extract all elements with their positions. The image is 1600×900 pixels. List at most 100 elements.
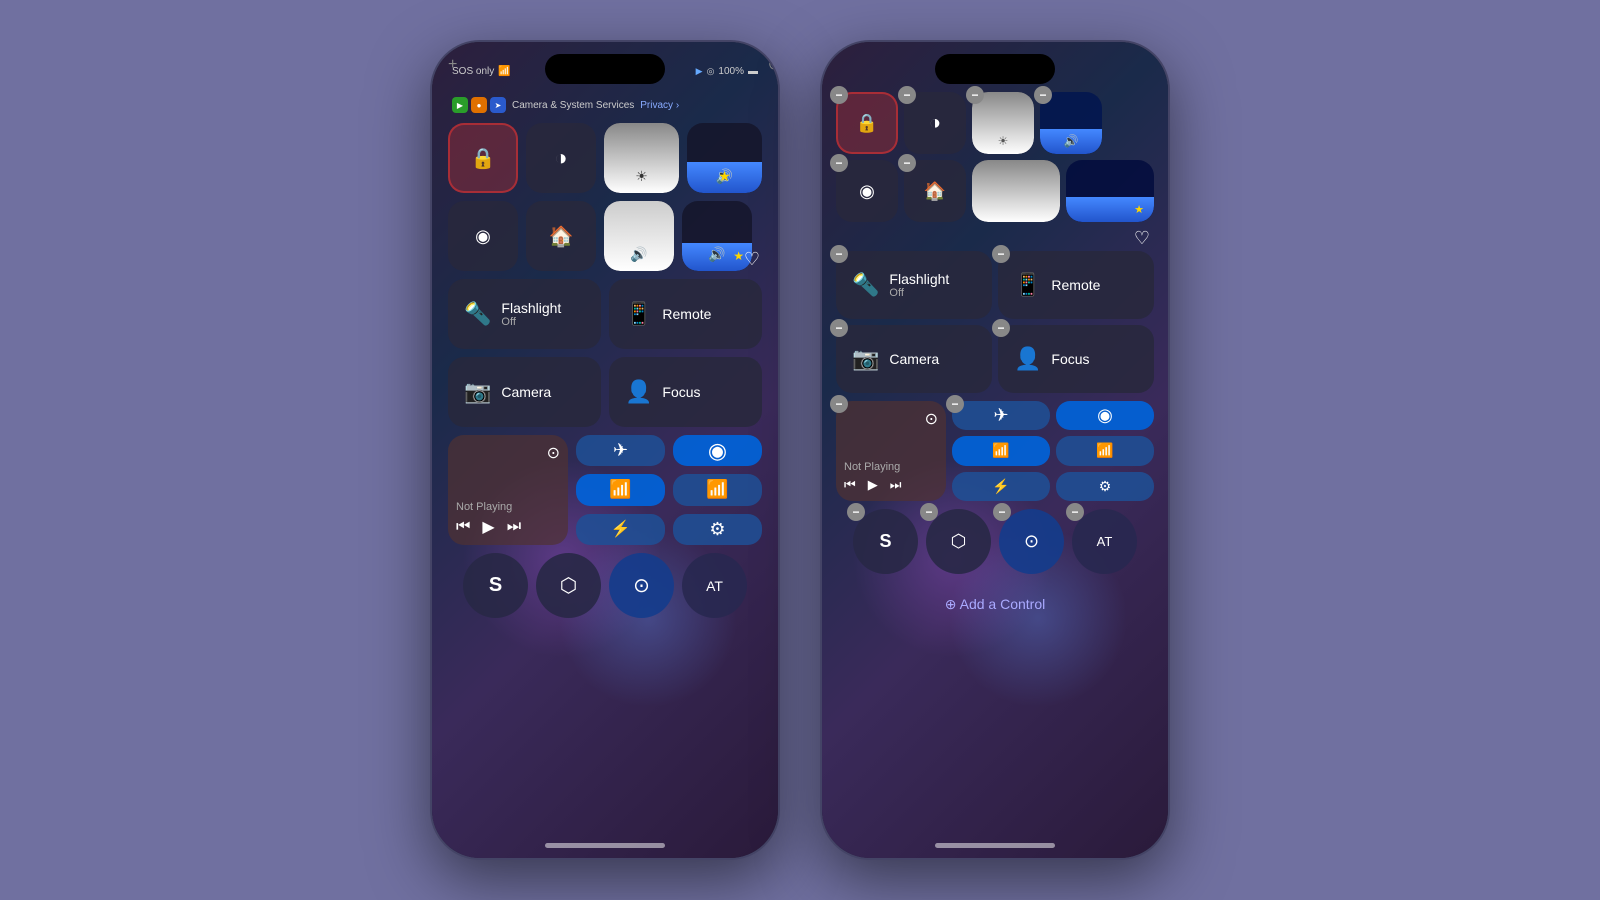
phone2-layers-btn[interactable]: ⬡ <box>926 509 991 574</box>
phone2-playback-controls: ⏮ ▶ ⏭ <box>844 477 901 493</box>
phone2-heart-icon[interactable]: ♡ <box>1134 228 1150 248</box>
phone2-record-wrapper: − ⊙ <box>999 509 1064 574</box>
phone2-airplane-btn[interactable]: ✈ <box>952 401 1050 430</box>
phone2-volume-minus[interactable]: − <box>1034 86 1052 104</box>
phone1-flashlight-btn[interactable]: 🔦 Flashlight Off <box>448 279 601 349</box>
phone2-forward-btn[interactable]: ⏭ <box>890 477 902 493</box>
phone1-airplay-icon: ⊙ <box>547 443 560 463</box>
phone2-shazam-btn[interactable]: S <box>853 509 918 574</box>
phone2-lock-wrapper: − 🔒 <box>836 92 898 154</box>
phone2-focus-minus[interactable]: − <box>992 319 1010 337</box>
phone2-record-minus[interactable]: − <box>993 503 1011 521</box>
phone1-add-button[interactable]: + <box>448 56 457 74</box>
phone1-signal-btn[interactable]: 📶 <box>673 474 762 505</box>
phone2-remote-minus[interactable]: − <box>992 245 1010 263</box>
phone2-camera-text: Camera <box>889 351 939 367</box>
phone2-bluetooth-btn[interactable]: ⚡ <box>952 472 1050 501</box>
phone2-volume-wrapper: − 🔊 <box>1040 92 1102 154</box>
phone2-connectivity-minus[interactable]: − <box>946 395 964 413</box>
phone1-camera-label: Camera <box>501 384 551 400</box>
phone1-darkmode-btn[interactable]: ◑ <box>526 123 596 193</box>
phone1-top-row: 🔒 ◑ ☀ 🔊 ★ <box>448 123 762 193</box>
phone2-play-btn[interactable]: ▶ <box>868 477 878 493</box>
phone1-airplane-icon: ✈ <box>613 440 628 461</box>
phone1-forward-btn[interactable]: ⏭ <box>507 518 521 536</box>
phone2-camera-minus[interactable]: − <box>830 319 848 337</box>
phone1-home-btn[interactable]: 🏠 <box>526 201 596 271</box>
phone2-focus-text: Focus <box>1051 351 1089 367</box>
phone2-volume-icon: 🔊 <box>1064 134 1079 148</box>
phone-2: − 🔒 − ◑ − ☀ <box>820 40 1170 860</box>
phone1-power-button[interactable]: ⏻ <box>769 56 780 73</box>
phone2-darkmode-minus[interactable]: − <box>898 86 916 104</box>
phone2-remote-btn[interactable]: 📱 Remote <box>998 251 1154 319</box>
phone2-flashlight-minus[interactable]: − <box>830 245 848 263</box>
phone1-now-playing-card[interactable]: ⊙ Not Playing ⏮ ▶ ⏭ <box>448 435 568 545</box>
phone1-layers-btn[interactable]: ⬡ <box>536 553 601 618</box>
phone2-rewind-btn[interactable]: ⏮ <box>844 477 856 493</box>
phone1-bluetooth-btn[interactable]: ⚡ <box>576 514 665 545</box>
phone2-wifi-circle-btn[interactable]: ◉ <box>1056 401 1154 430</box>
phone1-layers-icon: ⬡ <box>560 573 577 598</box>
phone2-focus-wrapper: − 👤 Focus <box>998 325 1154 393</box>
phone2-now-playing-card[interactable]: ⊙ Not Playing ⏮ ▶ ⏭ <box>836 401 946 501</box>
phone1-settings-btn[interactable]: ⚙ <box>673 514 762 545</box>
phone2-brightness-minus[interactable]: − <box>966 86 984 104</box>
phone2-layers-minus[interactable]: − <box>920 503 938 521</box>
phone2-darkmode-icon: ◑ <box>929 112 941 135</box>
phone1-privacy-link[interactable]: Privacy › <box>640 100 679 111</box>
phone1-play-btn[interactable]: ▶ <box>482 517 494 537</box>
phone2-bottom-icons: − S − ⬡ − ⊙ − <box>836 509 1154 574</box>
phone1-volume-slider2[interactable]: 🔊 ★ <box>682 201 752 271</box>
phone1-wifi-circle-btn[interactable]: ◉ <box>673 435 762 466</box>
phone2-translate-minus[interactable]: − <box>1066 503 1084 521</box>
phone2-brightness2-slider[interactable] <box>972 160 1060 222</box>
phone1-translate-btn[interactable]: AT <box>682 553 747 618</box>
phone1-camera-btn[interactable]: 📷 Camera <box>448 357 601 427</box>
phone1-heart-icon[interactable]: ♡ <box>744 249 760 270</box>
phone2-shazam-minus[interactable]: − <box>847 503 865 521</box>
phone2-volume2-slider[interactable]: ★ <box>1066 160 1154 222</box>
phone1-remote-btn[interactable]: 📱 Remote <box>609 279 762 349</box>
phone1-wifi-icon: 📶 <box>498 66 510 77</box>
phone2-camera-label: Camera <box>889 351 939 367</box>
phone2-signal-btn[interactable]: 📶 <box>1056 436 1154 465</box>
phone1-record-icon: ⊙ <box>633 573 650 598</box>
phone1-bluetooth-icon: ⚡ <box>611 519 631 539</box>
phone1-wifi-icon: 📶 <box>609 479 631 500</box>
phone2-add-control-btn[interactable]: ⊕ Add a Control <box>836 584 1154 625</box>
phone2-nowplaying-minus[interactable]: − <box>830 395 848 413</box>
phone1-wifi-btn[interactable]: 📶 <box>576 474 665 505</box>
phone1-shazam-btn[interactable]: S <box>463 553 528 618</box>
phone1-not-playing-text: Not Playing <box>456 501 512 513</box>
phone2-wifi-btn[interactable]: 📶 <box>952 436 1050 465</box>
phone2-flashlight-btn[interactable]: 🔦 Flashlight Off <box>836 251 992 319</box>
phone2-focus-btn[interactable]: 👤 Focus <box>998 325 1154 393</box>
phone2-not-playing-text: Not Playing <box>844 461 900 473</box>
phone1-location-service-text: Camera & System Services <box>512 100 634 111</box>
phone1-airplane-btn[interactable]: ✈ <box>576 435 665 466</box>
phone2-settings2-btn[interactable]: ⚙ <box>1056 472 1154 501</box>
phone1-brightness-slider[interactable]: ☀ <box>604 123 679 193</box>
phone1-screenrecord-btn[interactable]: ◉ <box>448 201 518 271</box>
phone2-screenrecord-minus[interactable]: − <box>830 154 848 172</box>
phone2-camera-btn[interactable]: 📷 Camera <box>836 325 992 393</box>
phone1-facetime-icon: ▶ <box>452 97 468 113</box>
phone2-layers-wrapper: − ⬡ <box>926 509 991 574</box>
phone2-signal-icon: 📶 <box>1096 442 1113 459</box>
phone2-record-btn[interactable]: ⊙ <box>999 509 1064 574</box>
phone2-translate-btn[interactable]: AT <box>1072 509 1137 574</box>
phone2-brightness2-wrapper <box>972 160 1060 222</box>
phone1-signal-icon: 📶 <box>706 479 728 500</box>
phone2-home-minus[interactable]: − <box>898 154 916 172</box>
phone1-brightness-slider2[interactable]: 🔊 <box>604 201 674 271</box>
phone1-focus-btn[interactable]: 👤 Focus <box>609 357 762 427</box>
phone1-rewind-btn[interactable]: ⏮ <box>456 518 470 536</box>
phone1-lock-btn[interactable]: 🔒 <box>448 123 518 193</box>
phone1-volume-slider[interactable]: 🔊 ★ <box>687 123 762 193</box>
phone2-home-wrapper: − 🏠 <box>904 160 966 222</box>
phone2-lock-minus[interactable]: − <box>830 86 848 104</box>
phone2-brightness-wrapper: − ☀ <box>972 92 1034 154</box>
phone1-record-btn[interactable]: ⊙ <box>609 553 674 618</box>
phone2-settings2-icon: ⚙ <box>1099 478 1112 495</box>
